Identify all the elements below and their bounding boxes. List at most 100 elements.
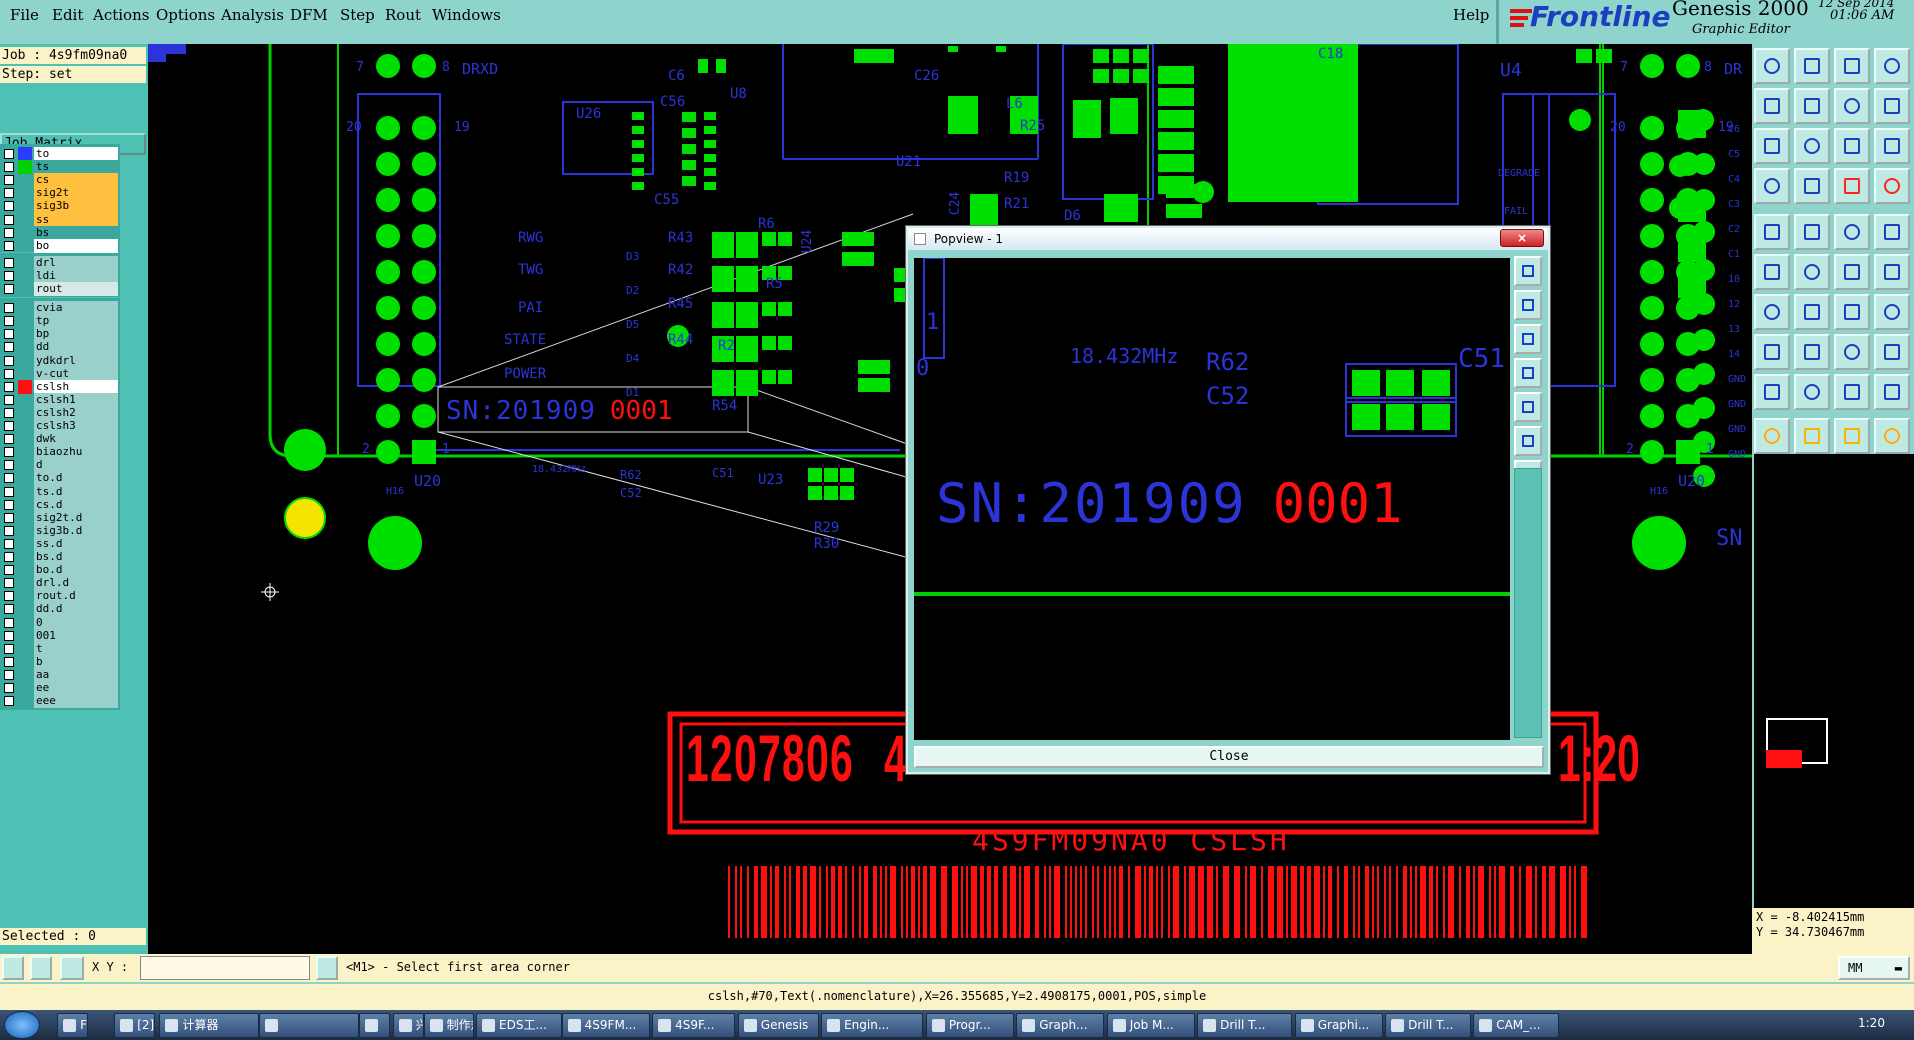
paste-tool-icon[interactable] xyxy=(1794,88,1830,124)
pad-tool-icon[interactable] xyxy=(1874,254,1910,290)
layer-checkbox[interactable] xyxy=(4,656,14,667)
triangle-tool-icon[interactable] xyxy=(1754,374,1790,410)
layer-checkbox[interactable] xyxy=(4,434,14,445)
measure-tool-icon[interactable] xyxy=(1834,214,1870,250)
popview-tool-6-icon[interactable] xyxy=(1514,426,1542,456)
popview-tool-1-icon[interactable] xyxy=(1514,256,1542,286)
layer-checkbox[interactable] xyxy=(4,552,14,562)
taskbar-item[interactable] xyxy=(359,1013,391,1038)
route-tool-icon[interactable] xyxy=(1794,168,1830,204)
arc-tool-icon[interactable] xyxy=(1794,294,1830,330)
layer-tool-icon[interactable] xyxy=(1754,334,1790,370)
popview-tool-4-icon[interactable] xyxy=(1514,358,1542,388)
select-arrow-icon-icon[interactable] xyxy=(1754,418,1790,454)
polygon-tool-icon[interactable] xyxy=(1794,214,1830,250)
layer-checkbox[interactable] xyxy=(4,591,14,602)
layer-checkbox[interactable] xyxy=(4,499,14,510)
layer-checkbox[interactable] xyxy=(4,329,14,340)
select-area-icon-icon[interactable] xyxy=(1794,418,1830,454)
taskbar-item[interactable]: 制作规... xyxy=(423,1013,474,1038)
copy-tool-icon[interactable] xyxy=(1754,88,1790,124)
popview-canvas[interactable]: 1 0 18.432MHz R62 C52 C51 SN:201909 0001 xyxy=(914,258,1510,740)
taskbar-item[interactable]: 兴森快... xyxy=(392,1013,424,1038)
layer-checkbox[interactable] xyxy=(4,512,14,523)
grid-icon[interactable] xyxy=(60,956,84,980)
zoom-home-icon[interactable] xyxy=(1794,128,1830,164)
record-tool-icon[interactable] xyxy=(1754,214,1790,250)
layer-checkbox[interactable] xyxy=(4,355,14,366)
cross-tool-icon[interactable] xyxy=(1794,254,1830,290)
zoom-1to2-icon[interactable] xyxy=(1834,128,1870,164)
layer-checkbox[interactable] xyxy=(4,270,14,281)
sn-text-small[interactable]: SN:201909 0001 xyxy=(446,396,673,426)
layer-checkbox[interactable] xyxy=(4,565,14,576)
taskbar-item[interactable]: Drill T... xyxy=(1197,1013,1293,1038)
taskbar-item[interactable]: CAM_... xyxy=(1473,1013,1559,1038)
layer-checkbox[interactable] xyxy=(4,669,14,680)
drill-map-icon[interactable] xyxy=(1874,168,1910,204)
menu-help[interactable]: Help xyxy=(1453,6,1489,24)
layer-checkbox[interactable] xyxy=(4,617,14,628)
taskbar-item[interactable] xyxy=(259,1013,360,1038)
layer-checkbox[interactable] xyxy=(4,486,14,497)
circle-tool-icon[interactable] xyxy=(1874,214,1910,250)
popview-tool-5-icon[interactable] xyxy=(1514,392,1542,422)
layer-checkbox[interactable] xyxy=(4,525,14,536)
zoom-fit-icon[interactable] xyxy=(1754,128,1790,164)
layer-checkbox[interactable] xyxy=(4,394,14,405)
menu-step[interactable]: Step xyxy=(340,6,375,24)
menu-dfm[interactable]: DFM xyxy=(290,6,328,24)
layer-checkbox[interactable] xyxy=(4,175,14,186)
menu-analysis[interactable]: Analysis xyxy=(221,6,284,24)
menu-file[interactable]: File xyxy=(10,6,39,24)
layer-checkbox[interactable] xyxy=(4,284,14,294)
taskbar-item[interactable]: 4S9FM... xyxy=(561,1013,650,1038)
help-tool-icon[interactable] xyxy=(1874,128,1910,164)
layer-checkbox[interactable] xyxy=(4,538,14,549)
layer-checkbox[interactable] xyxy=(4,407,14,418)
layer-checkbox[interactable] xyxy=(4,257,14,268)
taskbar-item[interactable]: Graph... xyxy=(1016,1013,1105,1038)
taskbar-item[interactable]: Job M... xyxy=(1106,1013,1195,1038)
layer-checkbox[interactable] xyxy=(4,447,14,458)
layer-checkbox[interactable] xyxy=(4,162,14,173)
layer-checkbox[interactable] xyxy=(4,368,14,379)
layer-checkbox[interactable] xyxy=(4,578,14,589)
menu-options[interactable]: Options xyxy=(156,6,215,24)
taskbar-item[interactable]: [2] Ad... xyxy=(114,1013,155,1038)
taskbar-item[interactable]: EDS工... xyxy=(476,1013,562,1038)
close-icon[interactable]: × xyxy=(1500,229,1544,247)
layer-row-rout[interactable]: rout xyxy=(0,281,120,297)
select-dot-icon-icon[interactable] xyxy=(1834,418,1870,454)
popview-titlebar[interactable]: Popview - 1 × xyxy=(908,228,1548,250)
layer-checkbox[interactable] xyxy=(4,240,14,251)
merge-tool-icon[interactable] xyxy=(1874,294,1910,330)
array-tool-icon[interactable] xyxy=(1874,334,1910,370)
line-tool-icon[interactable] xyxy=(1754,294,1790,330)
layer-checkbox[interactable] xyxy=(4,214,14,225)
layer-checkbox[interactable] xyxy=(4,149,14,159)
layer-checkbox[interactable] xyxy=(4,696,14,707)
popview-close-button[interactable]: Close xyxy=(914,746,1544,768)
taskbar-item[interactable]: Genesis xyxy=(737,1013,819,1038)
layer-checkbox[interactable] xyxy=(4,303,14,314)
settings-tool-icon[interactable] xyxy=(1754,168,1790,204)
save-view-icon[interactable] xyxy=(1874,48,1910,84)
menu-actions[interactable]: Actions xyxy=(93,6,149,24)
mountain-tool-icon[interactable] xyxy=(1794,374,1830,410)
layer-checkbox[interactable] xyxy=(4,683,14,693)
curve-tool-icon[interactable] xyxy=(1834,294,1870,330)
layer-checkbox[interactable] xyxy=(4,227,14,238)
layer-checkbox[interactable] xyxy=(4,643,14,654)
layer-checkbox[interactable] xyxy=(4,473,14,484)
cmd-tool-2[interactable] xyxy=(30,956,52,980)
layer-checkbox[interactable] xyxy=(4,460,14,471)
popview-tool-2-icon[interactable] xyxy=(1514,290,1542,320)
units-select[interactable]: MM ▬ xyxy=(1838,956,1910,980)
drill-tool-icon[interactable] xyxy=(1834,168,1870,204)
taskbar-item[interactable]: Foxmail xyxy=(57,1013,89,1038)
taskbar-item[interactable]: Progr... xyxy=(925,1013,1014,1038)
menu-windows[interactable]: Windows xyxy=(432,6,501,24)
snap-tool-icon[interactable] xyxy=(1834,254,1870,290)
split-tool-icon[interactable] xyxy=(1794,334,1830,370)
